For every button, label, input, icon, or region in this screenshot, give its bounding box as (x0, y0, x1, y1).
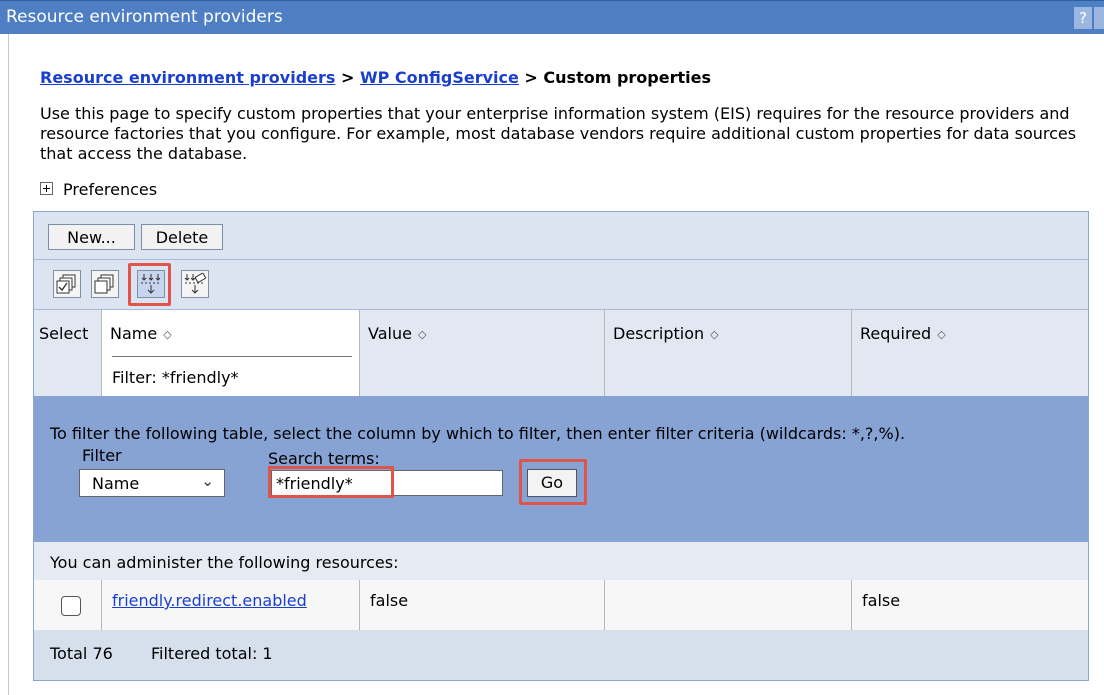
preferences-label: Preferences (63, 180, 158, 199)
value-cell: false (360, 580, 605, 630)
select-cell (34, 580, 102, 630)
property-required: false (862, 591, 901, 610)
column-header-value[interactable]: Value ◇ (360, 310, 605, 396)
row-select-checkbox[interactable] (61, 596, 81, 616)
help-icon[interactable]: ? (1074, 7, 1092, 29)
description-cell (605, 580, 852, 630)
expand-plus-icon[interactable] (40, 182, 53, 195)
breadcrumb-current: Custom properties (543, 68, 711, 87)
clear-filter-glyph (184, 272, 206, 294)
breadcrumb-link-wp-configservice[interactable]: WP ConfigService (360, 68, 519, 87)
required-cell: false (852, 580, 1088, 630)
name-cell: friendly.redirect.enabled (102, 580, 360, 630)
administer-caption: You can administer the following resourc… (50, 553, 399, 572)
select-all-glyph (56, 274, 76, 294)
custom-properties-table: New... Delete Select Name ◇ Filter: *fri… (33, 211, 1089, 681)
total-count: Total 76 (50, 644, 113, 663)
breadcrumb-link-resource-env-providers[interactable]: Resource environment providers (40, 68, 335, 87)
column-label-value: Value (368, 324, 412, 343)
deselect-all-glyph (94, 274, 114, 294)
search-input-highlight (268, 466, 394, 498)
property-name-link[interactable]: friendly.redirect.enabled (112, 591, 307, 610)
column-label-name: Name (110, 324, 158, 343)
table-header-row: Select Name ◇ Filter: *friendly* Value ◇ D… (34, 310, 1088, 397)
preferences-toggle[interactable]: Preferences (40, 180, 157, 199)
property-value: false (370, 591, 409, 610)
go-button-highlight (519, 459, 587, 505)
show-filter-highlight (128, 263, 171, 306)
filtered-total-count: Filtered total: 1 (151, 644, 273, 663)
column-header-select: Select (34, 310, 102, 396)
column-label-required: Required (860, 324, 932, 343)
page-description: Use this page to specify custom properti… (40, 104, 1077, 163)
breadcrumb: Resource environment providers > WP Conf… (40, 68, 711, 87)
filter-instructions: To filter the following table, select th… (50, 424, 906, 443)
new-button[interactable]: New... (48, 224, 135, 250)
chevron-down-icon: ⌄ (201, 472, 214, 490)
select-all-icon[interactable] (53, 270, 81, 298)
deselect-all-icon[interactable] (91, 270, 119, 298)
button-bar: New... Delete (34, 212, 1088, 260)
sort-icon[interactable]: ◇ (937, 329, 945, 340)
window-titlebar: Resource environment providers ? (0, 0, 1104, 34)
column-label-description: Description (613, 324, 705, 343)
table-row: friendly.redirect.enabled false false (34, 580, 1088, 631)
window-title: Resource environment providers (6, 7, 283, 27)
delete-button[interactable]: Delete (141, 224, 223, 250)
sort-icon[interactable]: ◇ (163, 329, 171, 340)
left-divider (8, 34, 9, 695)
filter-panel: To filter the following table, select th… (34, 396, 1088, 542)
name-header-divider (112, 356, 352, 357)
active-filter-label: Filter: *friendly* (112, 368, 239, 387)
column-label-select: Select (39, 324, 89, 343)
column-header-description[interactable]: Description ◇ (605, 310, 852, 396)
filter-label: Filter (82, 446, 122, 465)
table-icon-bar (34, 260, 1088, 310)
sort-icon[interactable]: ◇ (418, 329, 426, 340)
filter-column-value: Name (92, 474, 140, 493)
breadcrumb-separator: > (335, 68, 360, 87)
column-header-name[interactable]: Name ◇ Filter: *friendly* (102, 310, 360, 396)
administer-caption-row: You can administer the following resourc… (34, 542, 1088, 581)
table-footer: Total 76 Filtered total: 1 (34, 630, 1088, 680)
breadcrumb-separator: > (518, 68, 544, 87)
minimize-icon[interactable] (1094, 7, 1104, 29)
filter-column-select[interactable]: Name ⌄ (79, 469, 225, 497)
column-header-required[interactable]: Required ◇ (852, 310, 1088, 396)
clear-filter-icon[interactable] (181, 270, 209, 298)
sort-icon[interactable]: ◇ (710, 329, 718, 340)
